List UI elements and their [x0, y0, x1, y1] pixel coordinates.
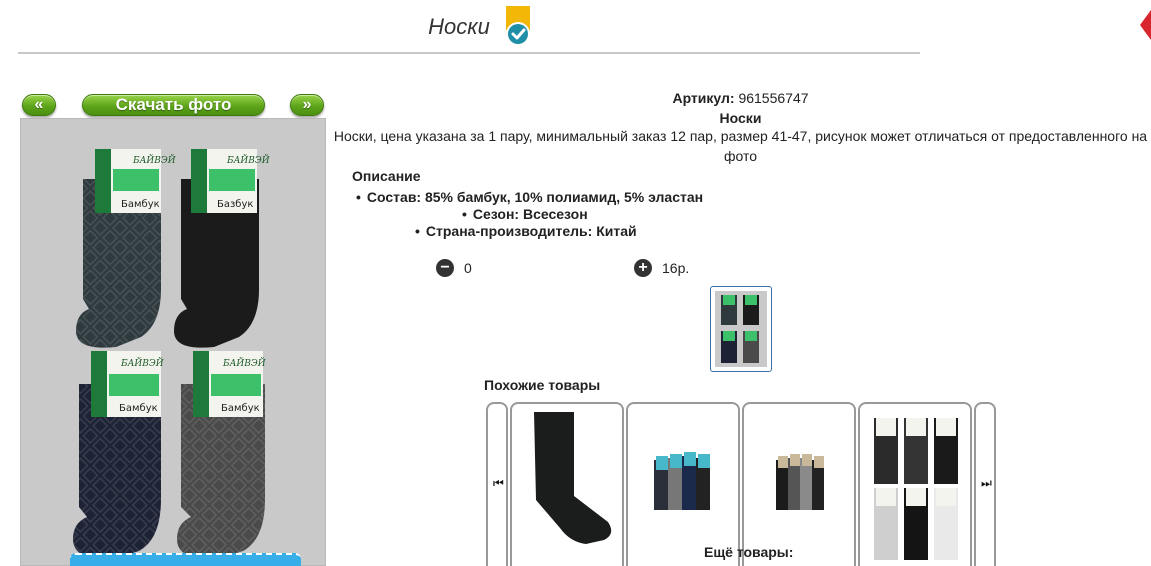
product-image	[874, 418, 958, 560]
carousel-next-button[interactable]: ⏭	[974, 402, 996, 566]
price-value: 16р.	[662, 260, 690, 276]
svg-text:БАЙВЭЙ: БАЙВЭЙ	[120, 357, 164, 369]
article-value: 961556747	[738, 90, 809, 106]
page-title: Носки	[428, 14, 490, 39]
socks-photo-image: БАЙВЭЙ Бамбук БАЙВЭЙ Базбук БАЙВЭЙ Бамбу…	[73, 149, 270, 560]
quantity-control: − 0	[436, 258, 472, 278]
product-image	[776, 454, 824, 510]
prev-photo-button[interactable]: «	[22, 94, 56, 116]
svg-text:БАЙВЭЙ: БАЙВЭЙ	[222, 357, 266, 369]
svg-text:Базбук: Базбук	[217, 199, 253, 210]
svg-text:Бамбук: Бамбук	[119, 403, 158, 414]
article-line: Артикул: 961556747	[330, 88, 1151, 108]
photo-thumbnail[interactable]	[710, 286, 772, 372]
article-label: Артикул:	[672, 90, 735, 106]
next-photo-button[interactable]: »	[290, 94, 324, 116]
sock-label-bottom-left: БАЙВЭЙ Бамбук	[91, 351, 164, 417]
quantity-value: 0	[464, 260, 472, 276]
product-description: Носки, цена указана за 1 пару, минимальн…	[333, 128, 1148, 164]
similar-product-card[interactable]	[858, 402, 972, 566]
similar-product-card[interactable]	[742, 402, 856, 566]
product-name: Носки	[719, 110, 762, 126]
more-products-title: Ещё товары:	[704, 544, 794, 560]
svg-text:Бамбук: Бамбук	[221, 403, 260, 414]
product-photo[interactable]: БАЙВЭЙ Бамбук БАЙВЭЙ Базбук БАЙВЭЙ Бамбу…	[20, 118, 326, 566]
photo-action-bar[interactable]	[70, 553, 301, 566]
sock-label-top-left: БАЙВЭЙ Бамбук	[95, 149, 176, 213]
svg-text:Бамбук: Бамбук	[121, 199, 160, 210]
similar-product-card[interactable]	[510, 402, 624, 566]
svg-text:БАЙВЭЙ: БАЙВЭЙ	[132, 154, 176, 166]
description-heading: Описание	[352, 168, 421, 184]
product-image	[534, 412, 612, 544]
similar-products-title: Похожие товары	[484, 377, 601, 393]
product-image	[654, 452, 710, 510]
sock-label-bottom-right: БАЙВЭЙ Бамбук	[193, 351, 266, 417]
skip-forward-icon: ⏭	[981, 476, 992, 490]
close-ribbon-icon[interactable]	[1138, 10, 1151, 40]
plus-circle-icon[interactable]: +	[634, 259, 652, 277]
skip-back-icon: ⏮	[493, 476, 504, 490]
verified-badge-icon	[506, 6, 530, 46]
price-control: + 16р.	[634, 258, 689, 278]
svg-text:БАЙВЭЙ: БАЙВЭЙ	[226, 154, 270, 166]
title-bar: Носки	[18, 0, 920, 54]
similar-product-card[interactable]	[626, 402, 740, 566]
download-photo-button[interactable]: Скачать фото	[82, 94, 265, 116]
thumbnail-image	[715, 291, 767, 367]
carousel-prev-button[interactable]: ⏮	[486, 402, 508, 566]
minus-circle-icon[interactable]: −	[436, 259, 454, 277]
spec-item: Страна-производитель: Китай	[415, 221, 637, 241]
